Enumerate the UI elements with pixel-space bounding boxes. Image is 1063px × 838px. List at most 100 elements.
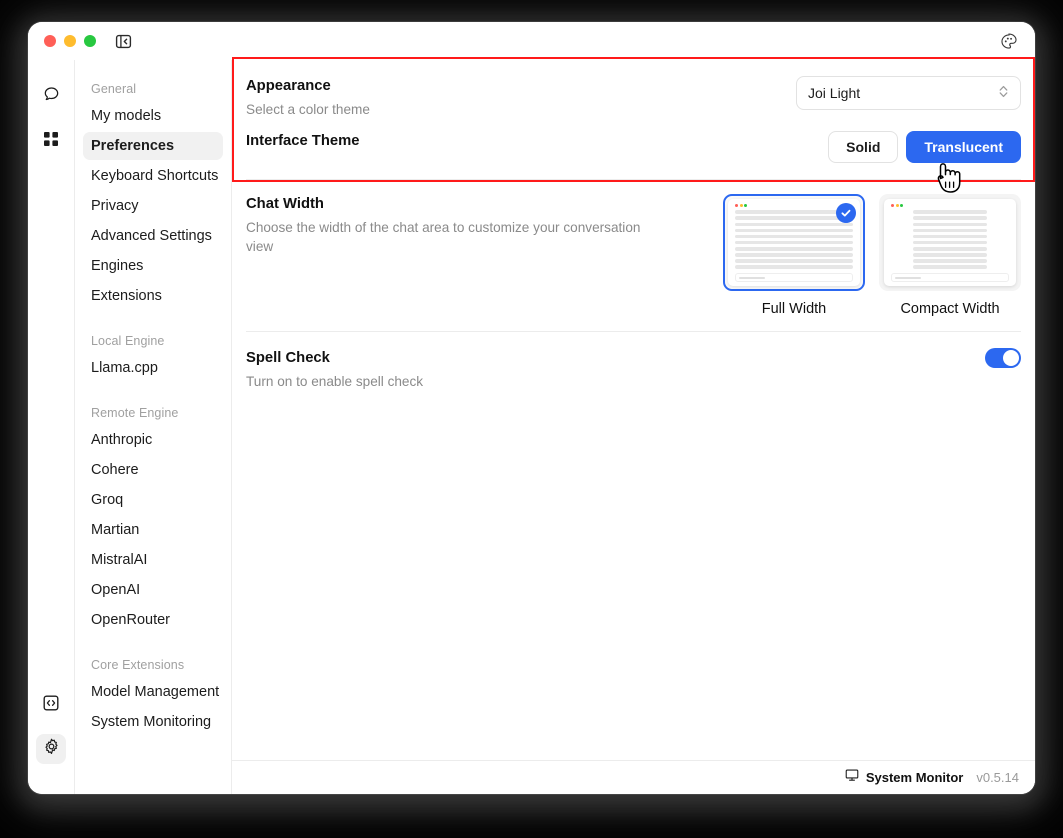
sidebar-item-privacy[interactable]: Privacy	[83, 192, 223, 220]
sidebar-item-extensions[interactable]: Extensions	[83, 282, 223, 310]
sidebar-item-system-monitoring[interactable]: System Monitoring	[83, 708, 223, 736]
interface-theme-title: Interface Theme	[246, 133, 359, 149]
sidebar-item-keyboard-shortcuts[interactable]: Keyboard Shortcuts	[83, 162, 223, 190]
appearance-row: Appearance Select a color theme Joi Ligh…	[246, 60, 1021, 123]
sidebar-item-cohere[interactable]: Cohere	[83, 456, 223, 484]
appearance-subtitle: Select a color theme	[246, 101, 370, 119]
chat-width-row: Chat Width Choose the width of the chat …	[246, 180, 1021, 331]
preview-line	[735, 241, 853, 245]
preview-traffic-dots	[735, 204, 853, 207]
sidebar-gap	[83, 312, 223, 328]
preview-lines	[735, 210, 853, 270]
sidebar-item-llama-cpp[interactable]: Llama.cpp	[83, 354, 223, 382]
minimize-window-button[interactable]	[64, 35, 76, 47]
chat-width-subtitle: Choose the width of the chat area to cus…	[246, 219, 666, 256]
traffic-lights	[44, 35, 96, 47]
preview-dot-red	[735, 204, 738, 207]
gear-icon	[42, 737, 61, 761]
titlebar	[28, 22, 1035, 60]
full-width-thumbnail[interactable]	[723, 194, 865, 291]
preview-line	[735, 223, 853, 227]
preview-dot-green	[900, 204, 903, 207]
preview-line	[735, 216, 853, 220]
sidebar-item-openai[interactable]: OpenAI	[83, 576, 223, 604]
compact-width-preview	[884, 199, 1016, 286]
sidebar-item-anthropic[interactable]: Anthropic	[83, 426, 223, 454]
screen: General My models Preferences Keyboard S…	[0, 0, 1063, 838]
rail-item-developer[interactable]	[36, 690, 66, 720]
interface-theme-segmented-control: Solid Translucent	[828, 131, 1021, 163]
maximize-window-button[interactable]	[84, 35, 96, 47]
sidebar-item-groq[interactable]: Groq	[83, 486, 223, 514]
settings-sidebar[interactable]: General My models Preferences Keyboard S…	[75, 60, 232, 794]
appearance-title: Appearance	[246, 78, 370, 94]
preview-input-bar	[735, 273, 853, 282]
preview-dot-yellow	[896, 204, 899, 207]
preview-line	[913, 216, 986, 220]
preview-line	[735, 265, 853, 269]
chat-bubble-icon	[42, 85, 61, 109]
sidebar-item-my-models[interactable]: My models	[83, 102, 223, 130]
preview-line	[735, 247, 853, 251]
chat-width-texts: Chat Width Choose the width of the chat …	[246, 194, 666, 256]
preview-dot-red	[891, 204, 894, 207]
preview-dot-yellow	[740, 204, 743, 207]
code-brackets-icon	[41, 693, 61, 718]
interface-theme-texts: Interface Theme	[246, 131, 359, 149]
close-window-button[interactable]	[44, 35, 56, 47]
sidebar-item-openrouter[interactable]: OpenRouter	[83, 606, 223, 634]
palette-icon[interactable]	[997, 30, 1021, 54]
icon-rail	[28, 60, 75, 794]
system-monitor-label[interactable]: System Monitor	[866, 770, 964, 785]
appearance-texts: Appearance Select a color theme	[246, 76, 370, 119]
settings-scroll-area: Appearance Select a color theme Joi Ligh…	[232, 60, 1035, 760]
preview-line	[913, 247, 986, 251]
preview-line	[735, 229, 853, 233]
preview-traffic-dots	[891, 204, 1009, 207]
settings-main-panel: Appearance Select a color theme Joi Ligh…	[232, 60, 1035, 794]
monitor-icon	[845, 768, 859, 787]
compact-width-label: Compact Width	[879, 301, 1021, 317]
preview-lines	[891, 210, 1009, 270]
app-version: v0.5.14	[976, 770, 1019, 785]
rail-item-chat[interactable]	[36, 82, 66, 112]
preview-line	[913, 223, 986, 227]
sidebar-group-label-general: General	[83, 76, 223, 102]
sidebar-group-label-core-extensions: Core Extensions	[83, 652, 223, 678]
sidebar-item-engines[interactable]: Engines	[83, 252, 223, 280]
preview-line	[735, 259, 853, 263]
preview-line	[913, 229, 986, 233]
preview-dot-green	[744, 204, 747, 207]
panel-collapse-icon[interactable]	[112, 30, 134, 52]
spell-check-subtitle: Turn on to enable spell check	[246, 373, 423, 391]
chat-width-options: Full Width	[723, 194, 1021, 317]
sidebar-item-preferences[interactable]: Preferences	[83, 132, 223, 160]
rail-item-settings[interactable]	[36, 734, 66, 764]
sidebar-gap	[83, 384, 223, 400]
spell-check-row: Spell Check Turn on to enable spell chec…	[246, 332, 1021, 401]
solid-theme-button[interactable]: Solid	[828, 131, 898, 163]
sidebar-item-advanced-settings[interactable]: Advanced Settings	[83, 222, 223, 250]
theme-select[interactable]: Joi Light	[796, 76, 1021, 110]
chat-width-title: Chat Width	[246, 196, 666, 212]
chat-width-option-full[interactable]: Full Width	[723, 194, 865, 317]
rail-item-hub[interactable]	[36, 126, 66, 156]
sidebar-item-mistralai[interactable]: MistralAI	[83, 546, 223, 574]
spell-check-toggle[interactable]	[985, 348, 1021, 368]
sidebar-item-martian[interactable]: Martian	[83, 516, 223, 544]
preview-line	[913, 235, 986, 239]
sidebar-item-model-management[interactable]: Model Management	[83, 678, 223, 706]
compact-width-thumbnail[interactable]	[879, 194, 1021, 291]
window-body: General My models Preferences Keyboard S…	[28, 60, 1035, 794]
status-bar: System Monitor v0.5.14	[232, 760, 1035, 794]
spell-check-title: Spell Check	[246, 350, 423, 366]
preview-line	[913, 259, 986, 263]
interface-theme-row: Interface Theme Solid Translucent	[246, 123, 1021, 179]
chat-width-option-compact[interactable]: Compact Width	[879, 194, 1021, 317]
chevron-updown-icon	[998, 84, 1009, 102]
theme-select-value: Joi Light	[808, 85, 860, 101]
preview-line	[913, 210, 986, 214]
preview-line	[913, 253, 986, 257]
preview-line	[735, 253, 853, 257]
preview-line	[913, 241, 986, 245]
